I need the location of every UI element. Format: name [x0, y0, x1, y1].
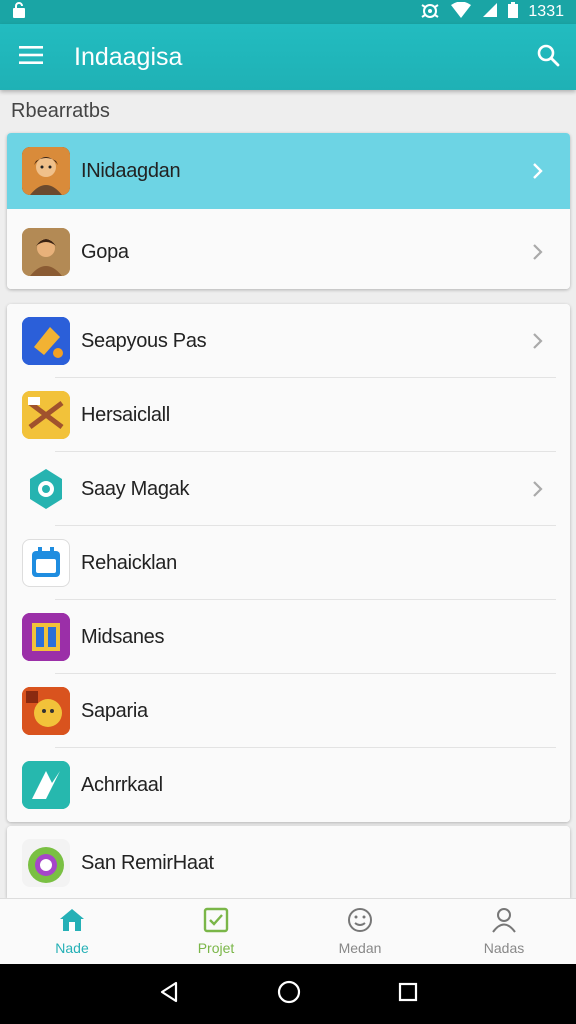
list-item-label: Seapyous Pas [81, 329, 207, 352]
list-item[interactable]: Rehaicklan [7, 526, 570, 600]
section-header: Rbearratbs [11, 100, 110, 122]
list-item-highlighted[interactable]: INidaagdan [7, 133, 570, 209]
bug-icon [420, 1, 440, 24]
list-item-label: Saay Magak [81, 477, 190, 500]
battery-icon [508, 1, 519, 23]
partial-card: San RemirHaat [7, 826, 570, 898]
nav-item-home[interactable]: Nade [0, 899, 144, 964]
search-button[interactable] [520, 24, 576, 90]
chevron-right-icon [518, 134, 558, 208]
settings-icon [22, 465, 70, 513]
brand-icon [22, 761, 70, 809]
calendar-icon [22, 539, 70, 587]
hamburger-menu-icon [19, 45, 43, 69]
main-card: Seapyous Pas Hersaiclall Saay Magak Reha… [7, 304, 570, 822]
list-item[interactable]: Saparia [7, 674, 570, 748]
list-item-label: Rehaicklan [81, 551, 177, 574]
nav-label: Nadas [483, 940, 525, 956]
profile-icon [490, 907, 518, 936]
book-icon [22, 613, 70, 661]
nav-item-medan[interactable]: Medan [288, 899, 432, 964]
home-circle-icon[interactable] [277, 980, 301, 1009]
list-item[interactable]: Achrrkaal [7, 748, 570, 822]
list-item-label: Hersaiclall [81, 403, 170, 426]
app-bar: Indaagisa [0, 24, 576, 90]
wifi-icon [450, 1, 472, 23]
list-item[interactable]: Gopa [7, 215, 570, 289]
nav-label: Medan [338, 940, 382, 956]
list-item-label: Gopa [81, 240, 129, 263]
menu-button[interactable] [0, 24, 62, 90]
search-icon [536, 43, 560, 72]
list-item[interactable]: San RemirHaat [7, 826, 570, 898]
nav-label: Nade [55, 940, 89, 956]
home-icon [58, 907, 86, 936]
camera-icon [22, 839, 70, 887]
signal-icon [482, 2, 498, 23]
tool-icon [22, 317, 70, 365]
list-item[interactable]: Hersaiclall [7, 378, 570, 452]
list-item[interactable]: Seapyous Pas [7, 304, 570, 378]
list-item[interactable]: Midsanes [7, 600, 570, 674]
top-card: INidaagdan Gopa [7, 133, 570, 289]
chevron-right-icon [518, 215, 558, 289]
lock-icon [12, 1, 26, 23]
cart-icon [22, 391, 70, 439]
list-item-label: Saparia [81, 699, 148, 722]
chevron-right-icon [518, 304, 558, 378]
chevron-right-icon [518, 452, 558, 526]
list-item-label: San RemirHaat [81, 851, 214, 874]
recent-apps-icon[interactable] [398, 982, 418, 1007]
status-time: 1331 [528, 3, 564, 20]
game-icon [22, 687, 70, 735]
status-icons: 1331 [420, 1, 564, 24]
nav-label: Projet [197, 940, 235, 956]
check-box-icon [202, 907, 230, 936]
list-item-label: INidaagdan [81, 159, 181, 182]
person-avatar-icon [22, 228, 70, 276]
bottom-navigation: Nade Projet Medan Nadas [0, 898, 576, 964]
list-item[interactable]: Saay Magak [7, 452, 570, 526]
list-item-label: Midsanes [81, 625, 165, 648]
app-title: Indaagisa [74, 42, 183, 71]
back-icon[interactable] [158, 981, 180, 1008]
nav-item-project[interactable]: Projet [144, 899, 288, 964]
system-navigation-bar [0, 964, 576, 1024]
status-bar: 1331 [0, 0, 576, 24]
person-avatar-icon [22, 147, 70, 195]
smiley-icon [346, 907, 374, 936]
list-item-label: Achrrkaal [81, 773, 163, 796]
nav-item-profile[interactable]: Nadas [432, 899, 576, 964]
